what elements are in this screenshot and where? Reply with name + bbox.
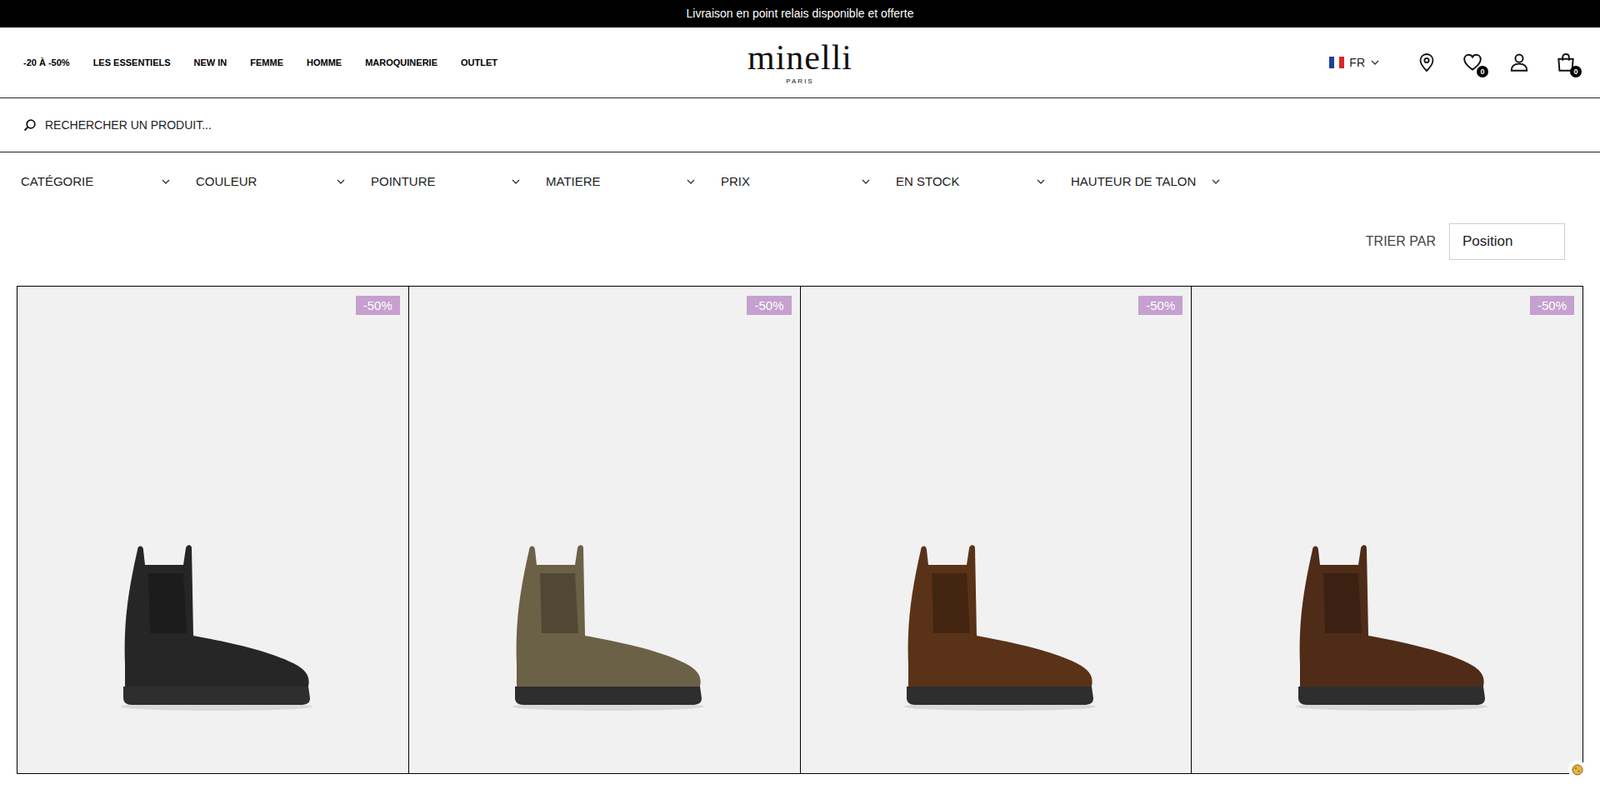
nav-item[interactable]: FEMME <box>250 55 284 70</box>
product-card[interactable]: -50% <box>17 286 410 774</box>
language-code: FR <box>1349 54 1365 72</box>
product-card[interactable]: -50% <box>409 286 801 774</box>
filter-dropdown[interactable]: CATÉGORIE <box>20 172 171 192</box>
search-input[interactable] <box>45 116 1577 135</box>
filter-dropdown[interactable]: MATIERE <box>545 172 696 192</box>
search-bar <box>0 98 1600 153</box>
count-badge: 0 <box>1570 65 1582 78</box>
search-icon <box>23 118 37 132</box>
discount-badge: -50% <box>1138 295 1183 315</box>
nav-item[interactable]: MAROQUINERIE <box>365 55 438 70</box>
header-actions: FR 0 0 <box>852 51 1577 74</box>
logo-name: minelli <box>747 40 853 75</box>
product-card[interactable]: -50% <box>1191 286 1584 774</box>
main-nav: -20 À -50% LES ESSENTIELS NEW IN FEMME HOMME… <box>23 55 748 70</box>
france-flag-icon <box>1329 56 1345 69</box>
boot-image <box>100 540 325 715</box>
boot-image <box>491 540 717 715</box>
header: -20 À -50% LES ESSENTIELS NEW IN FEMME HOMME… <box>0 27 1600 99</box>
boot-image <box>1275 540 1500 715</box>
nav-item[interactable]: NEW IN <box>194 55 228 70</box>
filter-label: COULEUR <box>195 172 257 192</box>
sort-value: Position <box>1462 230 1513 253</box>
sort-label: TRIER PAR <box>1365 231 1436 252</box>
wishlist-button[interactable]: 0 <box>1461 51 1484 74</box>
discount-badge: -50% <box>746 295 791 315</box>
filter-dropdown[interactable]: PRIX <box>720 172 871 192</box>
filter-bar: CATÉGORIE COULEUR POINTURE MATIERE PRIX EN ST… <box>0 152 1600 211</box>
chevron-down-icon <box>1370 57 1380 68</box>
product-card[interactable]: -50% <box>800 286 1193 774</box>
nav-item[interactable]: -20 À -50% <box>23 55 70 70</box>
filter-label: MATIERE <box>545 172 601 192</box>
announcement-text: Livraison en point relais disponible et … <box>686 5 915 23</box>
chevron-down-icon <box>860 176 871 187</box>
product-grid: -50% -50% -50% -50% <box>16 285 1584 775</box>
discount-badge: -50% <box>1530 295 1575 315</box>
chevron-down-icon <box>160 176 171 187</box>
store-locator-button[interactable] <box>1416 52 1437 73</box>
chevron-down-icon <box>510 176 521 187</box>
cookie-button[interactable] <box>1568 760 1587 780</box>
announcement-bar: Livraison en point relais disponible et … <box>0 0 1600 28</box>
cart-button[interactable]: 0 <box>1555 51 1577 74</box>
location-pin-icon <box>1416 52 1437 73</box>
nav-item[interactable]: HOMME <box>306 55 342 70</box>
filter-dropdown[interactable]: COULEUR <box>195 172 346 192</box>
filter-label: HAUTEUR DE TALON <box>1070 172 1196 192</box>
chevron-down-icon <box>1035 176 1046 187</box>
cookie-icon <box>1571 764 1584 776</box>
account-button[interactable] <box>1508 51 1530 74</box>
filter-label: CATÉGORIE <box>20 172 94 192</box>
filter-dropdown[interactable]: EN STOCK <box>895 172 1046 192</box>
chevron-down-icon <box>685 176 696 187</box>
count-badge: 0 <box>1476 65 1489 78</box>
filter-label: PRIX <box>720 172 750 192</box>
logo-tagline: PARIS <box>785 78 814 85</box>
sort-row: TRIER PAR Position <box>0 223 1600 260</box>
nav-item[interactable]: OUTLET <box>460 55 498 70</box>
sort-select[interactable]: Position <box>1449 223 1565 260</box>
filter-label: EN STOCK <box>895 172 960 192</box>
language-selector[interactable]: FR <box>1329 54 1380 72</box>
logo[interactable]: minelli PARIS <box>747 40 853 85</box>
filter-label: POINTURE <box>370 172 436 192</box>
boot-image <box>883 540 1109 715</box>
filter-dropdown[interactable]: POINTURE <box>370 172 521 192</box>
filter-dropdown[interactable]: HAUTEUR DE TALON <box>1070 172 1221 192</box>
discount-badge: -50% <box>355 295 400 315</box>
user-icon <box>1508 51 1530 74</box>
chevron-down-icon <box>1210 176 1221 187</box>
chevron-down-icon <box>335 176 346 187</box>
nav-item[interactable]: LES ESSENTIELS <box>93 55 171 70</box>
